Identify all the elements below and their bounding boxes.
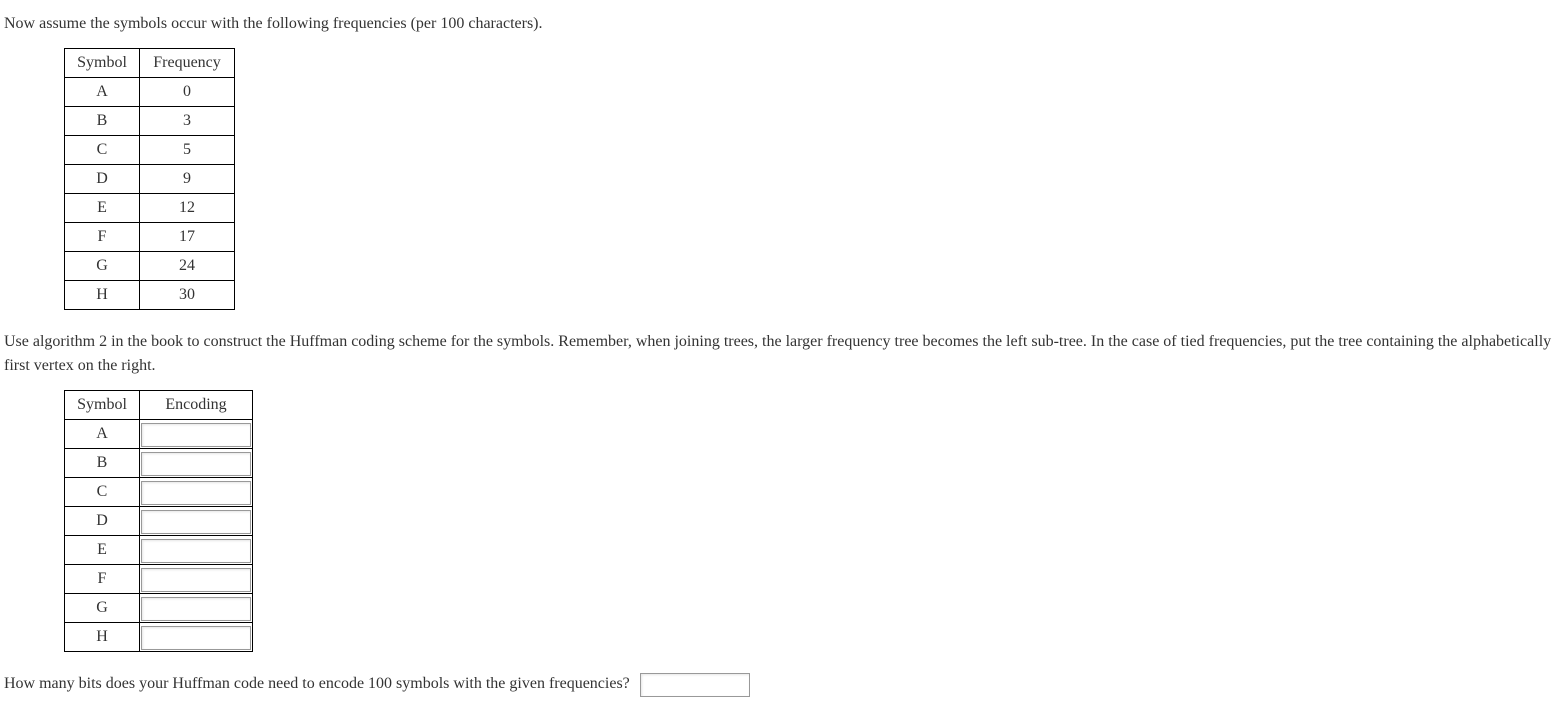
freq-cell-frequency: 0 (140, 78, 235, 107)
intro-text: Now assume the symbols occur with the fo… (4, 12, 1555, 36)
freq-cell-symbol: D (65, 165, 140, 194)
table-row: H 30 (65, 281, 235, 310)
freq-cell-symbol: G (65, 252, 140, 281)
freq-header-symbol: Symbol (65, 49, 140, 78)
table-row: F (65, 565, 253, 594)
encoding-table: Symbol Encoding A B C D E F G (64, 390, 253, 652)
final-question-text: How many bits does your Huffman code nee… (4, 675, 630, 692)
freq-cell-frequency: 5 (140, 136, 235, 165)
table-row: D 9 (65, 165, 235, 194)
freq-cell-symbol: E (65, 194, 140, 223)
freq-cell-frequency: 3 (140, 107, 235, 136)
freq-cell-symbol: H (65, 281, 140, 310)
final-question-row: How many bits does your Huffman code nee… (4, 672, 1555, 697)
freq-cell-symbol: B (65, 107, 140, 136)
table-row: A 0 (65, 78, 235, 107)
encoding-input-f[interactable] (141, 568, 251, 592)
freq-cell-frequency: 12 (140, 194, 235, 223)
instructions-text: Use algorithm 2 in the book to construct… (4, 330, 1555, 378)
table-row: G (65, 594, 253, 623)
enc-header-encoding: Encoding (140, 391, 253, 420)
table-row: F 17 (65, 223, 235, 252)
enc-header-symbol: Symbol (65, 391, 140, 420)
enc-cell-symbol: C (65, 478, 140, 507)
table-row: E (65, 536, 253, 565)
encoding-input-c[interactable] (141, 481, 251, 505)
table-row: C (65, 478, 253, 507)
enc-cell-symbol: G (65, 594, 140, 623)
freq-cell-symbol: F (65, 223, 140, 252)
enc-cell-symbol: B (65, 449, 140, 478)
encoding-input-b[interactable] (141, 452, 251, 476)
enc-cell-symbol: D (65, 507, 140, 536)
table-row: H (65, 623, 253, 652)
table-row: B 3 (65, 107, 235, 136)
enc-cell-symbol: H (65, 623, 140, 652)
encoding-input-g[interactable] (141, 597, 251, 621)
enc-cell-symbol: A (65, 420, 140, 449)
freq-cell-symbol: C (65, 136, 140, 165)
table-row: C 5 (65, 136, 235, 165)
freq-header-frequency: Frequency (140, 49, 235, 78)
table-row: D (65, 507, 253, 536)
table-row: B (65, 449, 253, 478)
table-row: G 24 (65, 252, 235, 281)
freq-cell-symbol: A (65, 78, 140, 107)
encoding-input-d[interactable] (141, 510, 251, 534)
encoding-input-a[interactable] (141, 423, 251, 447)
table-row: E 12 (65, 194, 235, 223)
frequency-table: Symbol Frequency A 0 B 3 C 5 D 9 E 12 F … (64, 48, 235, 310)
freq-cell-frequency: 9 (140, 165, 235, 194)
final-answer-input[interactable] (640, 673, 750, 697)
table-row: A (65, 420, 253, 449)
encoding-input-e[interactable] (141, 539, 251, 563)
freq-cell-frequency: 17 (140, 223, 235, 252)
encoding-input-h[interactable] (141, 626, 251, 650)
freq-cell-frequency: 30 (140, 281, 235, 310)
enc-cell-symbol: F (65, 565, 140, 594)
enc-cell-symbol: E (65, 536, 140, 565)
freq-cell-frequency: 24 (140, 252, 235, 281)
